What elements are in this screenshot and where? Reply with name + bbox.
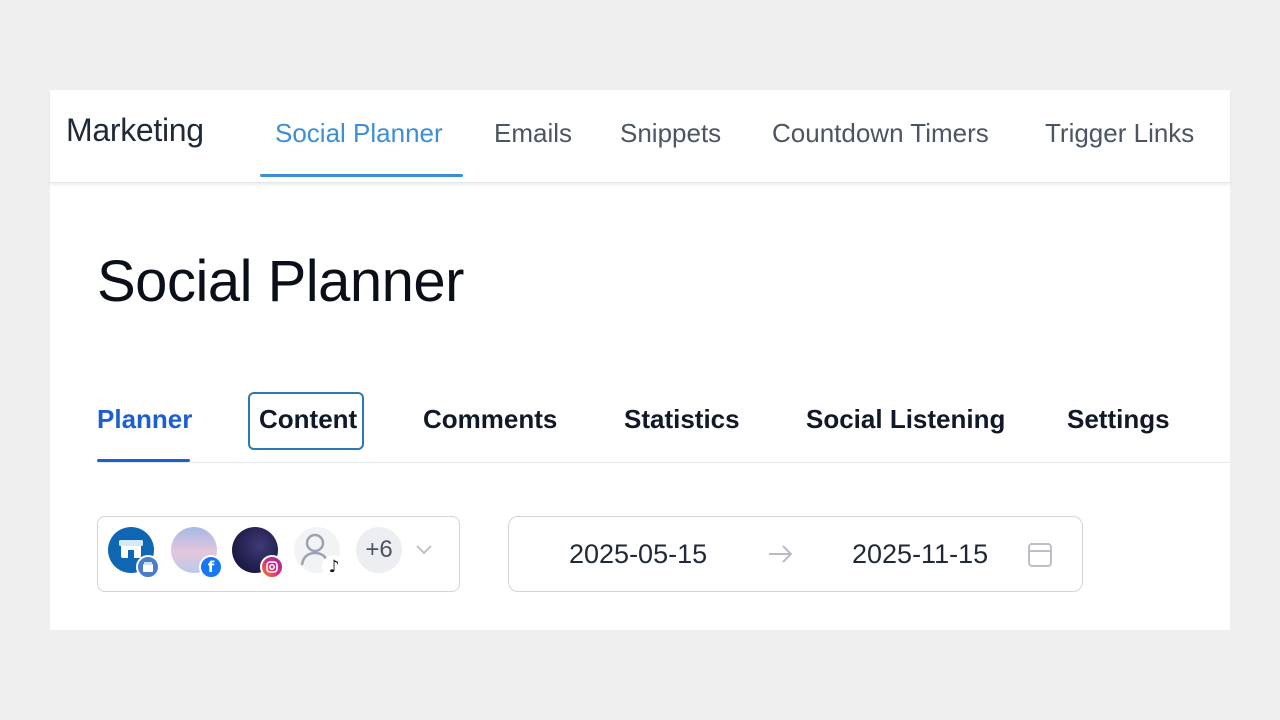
main-panel: Marketing Social Planner Emails Snippets… [50,90,1230,630]
tiktok-icon: ♪ [322,555,346,579]
subtab-planner[interactable]: Planner [97,404,192,435]
calendar-icon[interactable] [1027,541,1053,569]
app-title: Marketing [66,112,204,148]
tab-emails[interactable]: Emails [494,118,572,149]
google-business-icon [136,555,160,579]
more-accounts-count[interactable]: +6 [356,527,402,573]
tab-snippets[interactable]: Snippets [620,118,721,149]
account-avatar-sky[interactable]: f [171,527,223,579]
account-avatar-user[interactable]: ♪ [294,527,346,579]
subtab-content[interactable]: Content [259,404,357,435]
tab-countdown-timers[interactable]: Countdown Timers [772,118,989,149]
active-subtab-indicator [97,459,190,462]
subtab-comments[interactable]: Comments [423,404,557,435]
tab-social-planner[interactable]: Social Planner [275,118,443,149]
top-navigation: Marketing Social Planner Emails Snippets… [50,90,1230,183]
page-title: Social Planner [97,249,465,314]
tab-trigger-links[interactable]: Trigger Links [1045,118,1194,149]
subtab-statistics[interactable]: Statistics [624,404,740,435]
date-range-picker[interactable]: 2025-05-15 2025-11-15 [508,516,1083,592]
end-date-input[interactable]: 2025-11-15 [852,539,988,570]
account-avatar-store[interactable] [108,527,160,579]
facebook-icon: f [199,555,223,579]
active-tab-indicator [260,174,463,177]
subtab-divider [97,462,1230,463]
account-selector[interactable]: f ♪ +6 [97,516,460,592]
subtab-settings[interactable]: Settings [1067,404,1170,435]
arrow-right-icon [769,545,793,563]
subtab-social-listening[interactable]: Social Listening [806,404,1005,435]
account-avatar-night[interactable] [232,527,284,579]
instagram-icon [260,555,284,579]
start-date-input[interactable]: 2025-05-15 [569,539,707,570]
chevron-down-icon[interactable] [414,543,434,557]
